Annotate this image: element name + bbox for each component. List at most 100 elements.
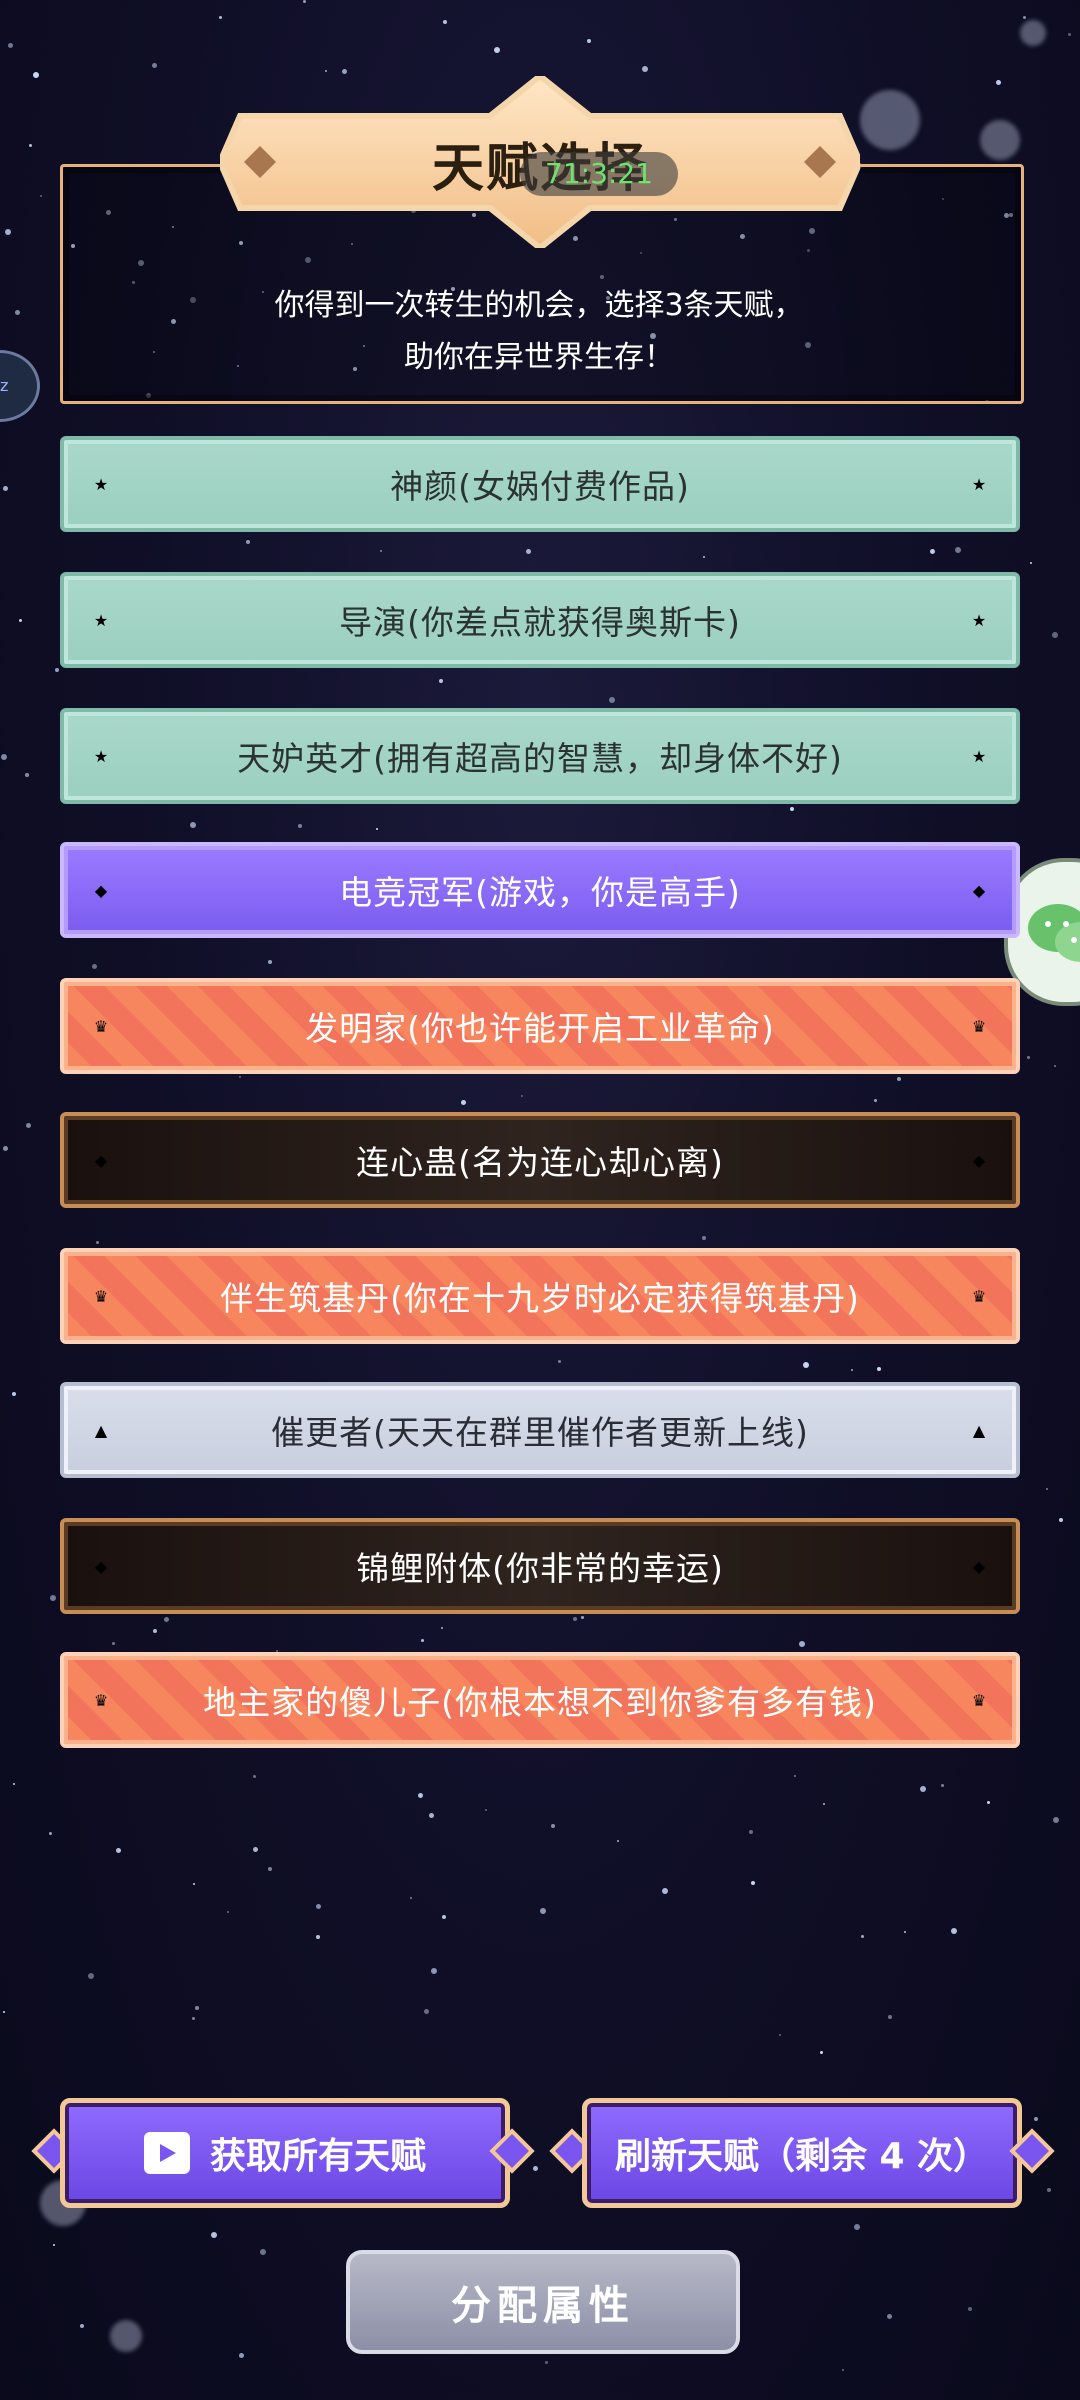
star-dot	[851, 1369, 853, 1371]
star-dot	[1034, 2117, 1038, 2121]
nebula-glow	[860, 90, 920, 150]
talent-label: 催更者(天天在群里催作者更新上线)	[271, 1413, 809, 1452]
crown-icon: ♛	[93, 1016, 109, 1036]
talent-card[interactable]: ◆ 锦鲤附体(你非常的幸运) ◆	[60, 1518, 1020, 1614]
star-dot	[573, 1617, 577, 1621]
star-dot	[790, 807, 794, 811]
star-dot	[662, 1888, 668, 1894]
star-icon: ★	[93, 746, 109, 766]
star-dot	[617, 1840, 619, 1842]
talent-card[interactable]: ★ 导演(你差点就获得奥斯卡) ★	[60, 572, 1020, 668]
talent-card[interactable]: ◆ 连心蛊(名为连心却心离) ◆	[60, 1112, 1020, 1208]
crown-icon: ♛	[971, 1016, 987, 1036]
star-dot	[551, 1824, 555, 1828]
talent-card[interactable]: ▲ 催更者(天天在群里催作者更新上线) ▲	[60, 1382, 1020, 1478]
gem-icon: ◆	[94, 880, 108, 900]
star-dot	[1027, 1056, 1030, 1059]
crown-icon: ♛	[971, 1690, 987, 1710]
star-dot	[702, 1236, 706, 1240]
star-dot	[15, 310, 20, 315]
star-dot	[116, 1848, 121, 1853]
talent-label: 连心蛊(名为连心却心离)	[356, 1143, 724, 1182]
star-dot	[526, 549, 531, 554]
star-dot	[298, 824, 302, 828]
star-dot	[19, 619, 22, 622]
star-dot	[803, 1362, 809, 1368]
star-dot	[443, 20, 447, 24]
star-dot	[316, 1904, 321, 1909]
talent-label: 天妒英才(拥有超高的智慧，却身体不好)	[237, 739, 843, 778]
star-dot	[211, 2232, 217, 2238]
talent-label: 导演(你差点就获得奥斯卡)	[339, 603, 741, 642]
talent-card[interactable]: ♛ 地主家的傻儿子(你根本想不到你爹有多有钱) ♛	[60, 1652, 1020, 1748]
star-dot	[29, 144, 32, 147]
get-all-label: 获取所有天赋	[209, 2136, 426, 2177]
star-dot	[50, 1595, 56, 1601]
star-dot	[342, 69, 347, 74]
star-dot	[53, 2244, 55, 2246]
talent-label: 电竞冠军(游戏，你是高手)	[339, 873, 741, 912]
talent-card[interactable]: ★ 天妒英才(拥有超高的智慧，却身体不好) ★	[60, 708, 1020, 804]
star-dot	[854, 2224, 860, 2230]
star-dot	[920, 1786, 926, 1792]
star-dot	[955, 547, 961, 553]
talent-card[interactable]: ♛ 伴生筑基丹(你在十九岁时必定获得筑基丹) ♛	[60, 1248, 1020, 1344]
triangle-icon: ▲	[94, 1420, 108, 1440]
diamond-icon: ◆	[972, 1556, 986, 1576]
refresh-label: 刷新天赋（剩余 4 次）	[614, 2136, 990, 2177]
star-dot	[581, 1616, 584, 1619]
diamond-icon: ◆	[94, 1556, 108, 1576]
star-dot	[92, 964, 97, 969]
star-dot	[193, 1883, 195, 1885]
star-icon: ★	[971, 746, 987, 766]
star-dot	[192, 2017, 195, 2020]
talent-label: 地主家的傻儿子(你根本想不到你爹有多有钱)	[203, 1683, 877, 1722]
talent-card[interactable]: ★ 神颜(女娲付费作品) ★	[60, 436, 1020, 532]
star-dot	[3, 486, 8, 491]
star-dot	[439, 679, 443, 683]
star-dot	[303, 0, 306, 3]
star-dot	[703, 556, 705, 558]
star-icon: ★	[93, 610, 109, 630]
star-dot	[540, 1908, 546, 1914]
star-dot	[823, 1803, 825, 1805]
star-dot	[930, 549, 935, 554]
star-icon: ★	[971, 474, 987, 494]
star-dot	[861, 1935, 864, 1938]
wechat-icon	[1028, 904, 1080, 962]
star-dot	[1053, 1817, 1059, 1823]
star-dot	[219, 16, 222, 19]
star-dot	[941, 1784, 944, 1787]
star-dot	[260, 2249, 266, 2255]
star-dot	[1052, 632, 1058, 638]
star-dot	[239, 2353, 244, 2358]
star-dot	[587, 39, 591, 43]
star-dot	[799, 1641, 805, 1647]
star-dot	[164, 1617, 169, 1622]
star-dot	[3, 2011, 5, 2013]
star-dot	[227, 1911, 229, 1913]
star-dot	[779, 2034, 781, 2036]
star-dot	[418, 1793, 423, 1798]
star-dot	[558, 1360, 561, 1363]
star-dot	[1068, 33, 1071, 36]
star-dot	[246, 540, 250, 544]
talent-card[interactable]: ♛ 发明家(你也许能开启工业革命) ♛	[60, 978, 1020, 1074]
star-dot	[13, 1783, 15, 1785]
star-dot	[887, 2314, 892, 2319]
side-tab-left[interactable]: zz	[0, 350, 40, 422]
star-dot	[888, 2015, 892, 2019]
talent-card[interactable]: ◆ 电竞冠军(游戏，你是高手) ◆	[60, 842, 1020, 938]
star-dot	[325, 70, 327, 72]
star-dot	[55, 668, 59, 672]
star-dot	[410, 1897, 412, 1899]
assign-attributes-button[interactable]: 分配属性	[346, 2250, 740, 2354]
star-dot	[996, 80, 1001, 85]
get-all-talents-button[interactable]: 获取所有天赋	[60, 2098, 510, 2208]
star-dot	[987, 1801, 990, 1804]
refresh-talents-button[interactable]: 刷新天赋（剩余 4 次）	[582, 2098, 1022, 2208]
star-dot	[1030, 562, 1032, 564]
star-dot	[877, 1367, 881, 1371]
star-dot	[485, 1809, 487, 1811]
talent-label: 锦鲤附体(你非常的幸运)	[356, 1549, 724, 1588]
